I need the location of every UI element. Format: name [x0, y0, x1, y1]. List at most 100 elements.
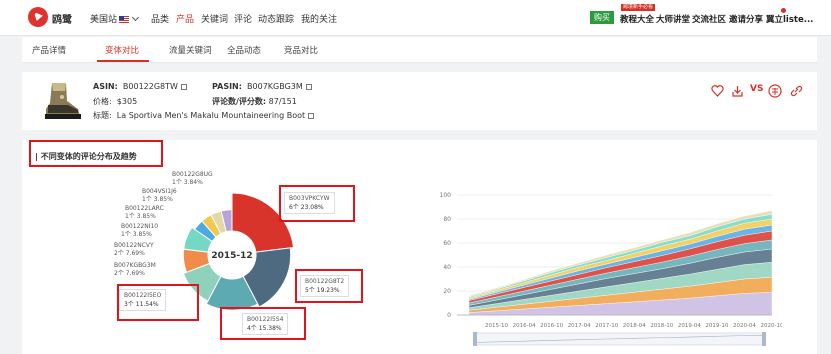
top-navigation-bar: 鸥鹭 美国站 品类 产品 关键词 评论 动态跟踪 我的关注 购买 跨境新手必看 … — [0, 0, 831, 36]
slice-percent: 7.69% — [125, 250, 145, 257]
slice-count: 1个 — [125, 213, 135, 220]
pie-center-label: 2015-12 — [211, 251, 252, 261]
slice-percent: 7.69% — [125, 270, 145, 277]
slice-count: 1个 — [142, 196, 152, 203]
buy-button[interactable]: 购买 — [590, 11, 614, 24]
tab-variant-compare[interactable]: 变体对比 — [105, 44, 139, 56]
pasin-label: PASIN: — [212, 82, 242, 91]
product-image[interactable] — [40, 79, 84, 123]
variant-trend-area-chart[interactable]: 0 20 40 60 80 100 2015-10 2016-04 2016-10 2017-04… — [427, 175, 782, 354]
x-tick-label: 2016-04 — [513, 323, 536, 329]
x-tick-label: 2018-10 — [650, 323, 673, 329]
external-link-icon[interactable] — [790, 84, 803, 98]
active-tab-indicator — [97, 60, 149, 62]
site-label: 美国站 — [90, 15, 118, 25]
x-tick-label: 2016-10 — [540, 323, 563, 329]
nav-tutorials[interactable]: 教程大全 — [620, 13, 654, 25]
heart-icon[interactable] — [711, 84, 724, 98]
tab-product-updates[interactable]: 全品动态 — [227, 44, 261, 56]
product-info-card: ASIN: B00122G8TW PASIN: B007KGBG3M 价格: $… — [22, 72, 817, 130]
us-flag-icon — [119, 16, 130, 23]
x-tick-label: 2018-04 — [623, 323, 646, 329]
nav-item-tracking[interactable]: 动态跟踪 — [258, 12, 294, 25]
site-selector[interactable]: 美国站 — [90, 12, 140, 25]
copy-icon[interactable] — [305, 84, 312, 90]
slice-percent: 3.85% — [153, 196, 173, 203]
price-field: 价格: $305 — [93, 96, 137, 107]
nav-item-review[interactable]: 评论 — [234, 12, 252, 25]
asin-field: ASIN: B00122G8TW — [93, 82, 187, 91]
slice-count: 1个 — [121, 231, 131, 238]
price-value: $305 — [116, 97, 138, 106]
download-icon[interactable] — [731, 84, 744, 98]
slider-handle-right — [762, 332, 766, 346]
slice-name: B00122NCVY — [114, 242, 154, 249]
pie-label: B007KGBG3M 2个 7.69% — [114, 262, 156, 278]
pasin-field: PASIN: B007KGBG3M — [212, 82, 312, 91]
y-tick-label: 60 — [443, 240, 451, 247]
pie-label: B004VSI1J6 1个 3.85% — [142, 188, 177, 204]
asin-label: ASIN: — [93, 82, 118, 91]
y-tick-label: 80 — [443, 216, 451, 223]
slice-percent: 3.84% — [183, 179, 203, 186]
compare-vs-button[interactable]: VS — [750, 84, 763, 94]
pie-label: B00122LARC 1个 3.85% — [125, 205, 164, 221]
slice-name: B00122NI10 — [121, 223, 159, 230]
slice-name: B004VSI1J6 — [142, 188, 177, 195]
variant-review-panel: | 不同变体的评论分布及趋势 2015-12 B003VPKCYW 6个 23.0… — [22, 140, 817, 354]
nav-item-keyword[interactable]: 关键词 — [201, 12, 228, 25]
slice-name: B007KGBG3M — [114, 262, 156, 269]
highlight-box — [117, 284, 199, 321]
title-label: 标题: — [93, 111, 112, 120]
pie-label: B00122NI10 1个 3.85% — [121, 223, 158, 239]
y-tick-label: 100 — [440, 192, 452, 199]
x-tick-label: 2015-10 — [485, 323, 508, 329]
pasin-value: B007KGBG3M — [247, 82, 303, 91]
price-label: 价格: — [93, 97, 112, 106]
product-sub-tabs: 产品详情 变体对比 流量关键词 全品动态 竞品对比 — [22, 37, 817, 63]
tab-product-details[interactable]: 产品详情 — [32, 44, 66, 56]
pie-label: B00122G8UG 1个 3.84% — [172, 171, 213, 187]
slice-percent: 3.85% — [132, 231, 152, 238]
nav-community[interactable]: 交流社区 — [692, 13, 726, 25]
highlight-box — [295, 269, 363, 303]
nav-item-category[interactable]: 品类 — [151, 12, 169, 25]
slice-count: 2个 — [114, 270, 124, 277]
title-field: 标题: La Sportiva Men's Makalu Mountaineer… — [93, 110, 315, 121]
reviews-label: 评论数/评分数: — [212, 97, 267, 106]
copy-icon[interactable] — [180, 84, 187, 90]
amazon-link-icon[interactable] — [768, 84, 782, 98]
reviews-field: 评论数/评分数: 87/151 — [212, 96, 297, 107]
user-account-menu[interactable]: 翼立liste... — [766, 13, 813, 25]
slice-count: 2个 — [114, 250, 124, 257]
x-tick-label: 2020-10 — [761, 323, 782, 329]
y-tick-label: 40 — [443, 264, 451, 271]
slice-name: B00122G8UG — [172, 171, 213, 178]
slider-handle-left — [473, 332, 477, 346]
asin-value: B00122G8TW — [122, 82, 178, 91]
nav-item-product[interactable]: 产品 — [176, 12, 194, 25]
y-tick-label: 0 — [447, 312, 451, 319]
highlight-box — [279, 185, 355, 222]
nav-master-class[interactable]: 大师讲堂 — [656, 13, 690, 25]
slice-percent: 3.85% — [136, 213, 156, 220]
x-tick-label: 2017-10 — [595, 323, 618, 329]
nav-item-favorites[interactable]: 我的关注 — [301, 12, 337, 25]
x-tick-label: 2020-04 — [733, 323, 756, 329]
x-tick-label: 2017-04 — [568, 323, 591, 329]
brand-name[interactable]: 鸥鹭 — [52, 11, 72, 26]
promo-badge: 跨境新手必看 — [621, 4, 656, 11]
tab-traffic-keywords[interactable]: 流量关键词 — [169, 44, 212, 56]
brand-logo-icon[interactable] — [28, 7, 48, 27]
product-title: La Sportiva Men's Makalu Mountaineering … — [116, 111, 306, 120]
slice-count: 1个 — [172, 179, 182, 186]
slice-name: B00122LARC — [125, 205, 164, 212]
highlight-box — [29, 140, 163, 167]
x-tick-label: 2019-10 — [705, 323, 728, 329]
copy-icon[interactable] — [308, 113, 315, 119]
y-tick-label: 20 — [443, 288, 451, 295]
nav-invite-share[interactable]: 邀请分享 — [729, 13, 763, 25]
tab-competitor-compare[interactable]: 竞品对比 — [284, 44, 318, 56]
highlight-box — [220, 307, 306, 340]
chevron-down-icon — [131, 13, 140, 22]
